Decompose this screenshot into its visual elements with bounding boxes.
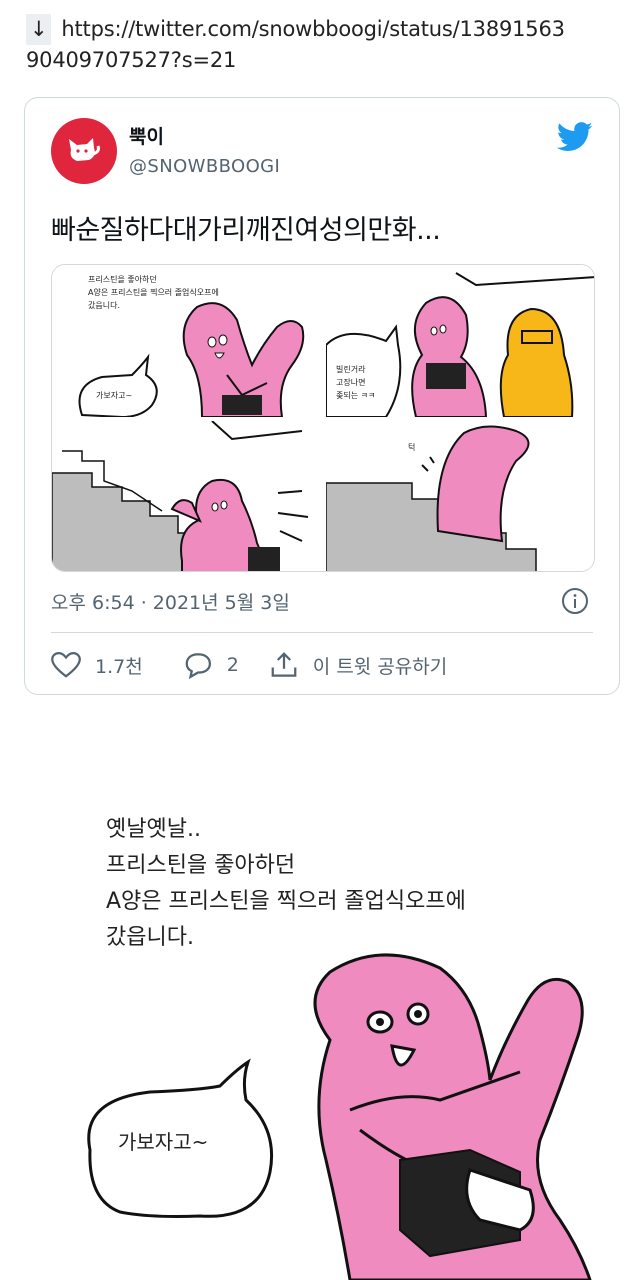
media-panel-1[interactable]: 프리스틴을 좋아하던 A양은 프리스틴을 찍으러 졸업식오프에 갔읍니다. 가보…: [52, 265, 322, 417]
url-text-line-2: 90409707527?s=21: [26, 48, 237, 72]
down-arrow-icon: ↓: [26, 14, 52, 45]
tweet-card[interactable]: 뿍이 @SNOWBBOOGI 빠순질하다대가리깨진여성의만화... 프리스틴을 …: [24, 97, 620, 695]
url-text-line-1: https://twitter.com/snowbboogi/status/13…: [61, 17, 565, 41]
media-panel-4[interactable]: 턱: [326, 421, 594, 571]
display-name[interactable]: 뿍이: [129, 122, 164, 149]
source-url[interactable]: ↓ https://twitter.com/snowbboogi/status/1…: [26, 14, 626, 76]
info-icon[interactable]: [561, 587, 589, 615]
panel4-sfx-text: 턱: [408, 443, 416, 452]
reply-icon: [185, 653, 211, 679]
cat-icon: [69, 138, 100, 161]
comic-drawing-4: [326, 425, 537, 571]
share-icon: [271, 652, 297, 677]
tweet-text: 빠순질하다대가리깨진여성의만화...: [51, 215, 441, 246]
media-panel-3[interactable]: [52, 421, 322, 571]
like-button[interactable]: 1.7천: [51, 651, 143, 679]
avatar[interactable]: [51, 118, 117, 184]
tweet-media-grid[interactable]: 프리스틴을 좋아하던 A양은 프리스틴을 찍으러 졸업식오프에 갔읍니다. 가보…: [51, 264, 595, 572]
panel2-bubble-text: 빌린거라 고장나면 좆되는 ㅋㅋ: [336, 365, 376, 400]
share-button[interactable]: 이 트윗 공유하기: [269, 651, 447, 679]
user-handle[interactable]: @SNOWBBOOGI: [129, 156, 280, 177]
panel1-caption: 프리스틴을 좋아하던 A양은 프리스틴을 찍으러 졸업식오프에 갔읍니다.: [88, 275, 219, 310]
tweet-timestamp[interactable]: 오후 6:54 · 2021년 5월 3일: [51, 588, 290, 615]
heart-icon: [51, 651, 81, 678]
divider: [51, 632, 593, 633]
comic-caption: 옛날옛날.. 프리스틴을 좋아하던 A양은 프리스틴을 찍으러 졸업식오프에 갔…: [106, 817, 466, 950]
share-label: 이 트윗 공유하기: [312, 655, 448, 678]
twitter-bird-icon[interactable]: [557, 122, 593, 152]
reply-button[interactable]: 2: [183, 651, 239, 679]
reply-count: 2: [226, 654, 239, 676]
like-count: 1.7천: [95, 655, 143, 678]
panel1-bubble-text: 가보자고~: [96, 391, 133, 400]
media-panel-2[interactable]: 빌린거라 고장나면 좆되는 ㅋㅋ: [326, 265, 594, 417]
comic-bubble-text: 가보자고~: [118, 1130, 209, 1154]
tweet-actions: 1.7천 2 이 트윗 공유하기: [51, 650, 447, 680]
comic-drawing-3: [52, 421, 309, 571]
